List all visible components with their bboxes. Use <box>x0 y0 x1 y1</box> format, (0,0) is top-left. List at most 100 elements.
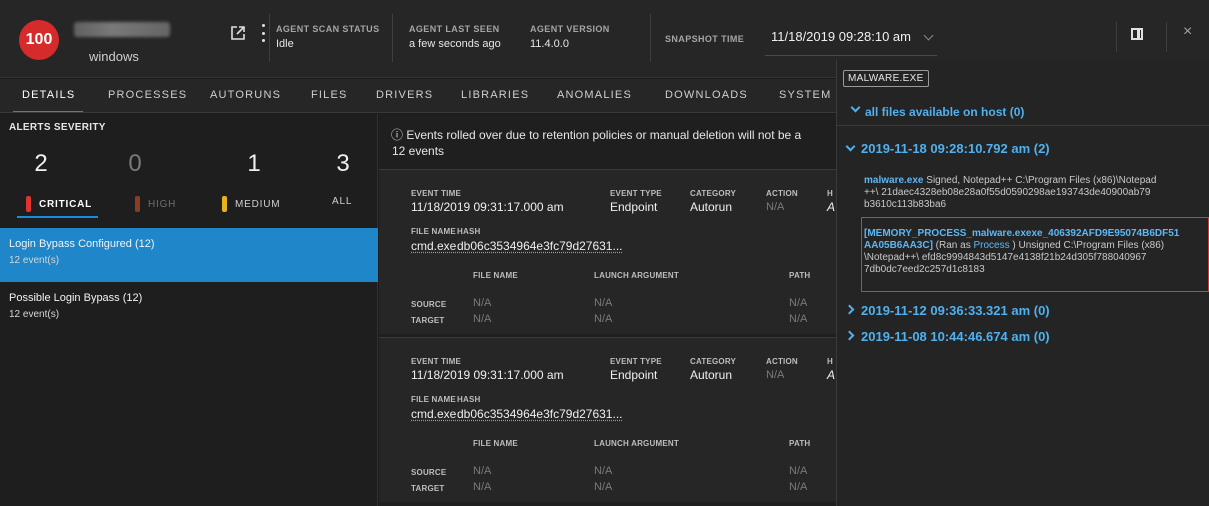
tab-anomalies[interactable]: ANOMALIES <box>557 89 632 101</box>
snapshot-group-date[interactable]: 2019-11-08 10:44:46.674 am (0) <box>861 329 1050 344</box>
high-count[interactable]: 0 <box>105 150 165 178</box>
tab-details[interactable]: DETAILS <box>22 89 75 101</box>
alert-event-count: 12 event(s) <box>9 255 60 266</box>
hash-label: HASH <box>457 395 481 404</box>
chevron-down-icon <box>923 30 934 41</box>
header-divider <box>392 14 393 62</box>
medium-count[interactable]: 1 <box>224 150 284 178</box>
event-card[interactable]: EVENT TIME 11/18/2019 09:31:17.000 am EV… <box>379 169 836 334</box>
source-file-name: N/A <box>473 465 492 477</box>
severity-filter-all[interactable]: ALL <box>332 196 352 207</box>
tab-libraries[interactable]: LIBRARIES <box>461 89 529 101</box>
hash-link[interactable]: db06c3534964e3fc79d27631... <box>457 407 623 421</box>
severity-filter-critical[interactable]: CRITICAL <box>26 196 92 212</box>
target-file-name: N/A <box>473 313 492 325</box>
severity-filter-high[interactable]: HIGH <box>135 196 176 212</box>
file-entry-name[interactable]: [MEMORY_PROCESS_malware.exexe_406392AFD9… <box>864 228 1179 239</box>
category-value: Autorun <box>690 368 733 382</box>
action-label: ACTION <box>766 189 798 198</box>
source-label: SOURCE <box>411 300 447 309</box>
rollover-notice: ⓘ Events rolled over due to retention po… <box>391 128 802 142</box>
events-panel: ⓘ Events rolled over due to retention po… <box>379 114 836 506</box>
file-entry-name[interactable]: malware.exe <box>864 175 924 186</box>
event-time-label: EVENT TIME <box>411 189 462 198</box>
event-type-label: EVENT TYPE <box>610 357 662 366</box>
category-value: Autorun <box>690 200 733 214</box>
tab-downloads[interactable]: DOWNLOADS <box>665 89 748 101</box>
header-divider <box>650 14 651 62</box>
risk-score-badge: 100 <box>19 20 59 60</box>
snapshot-time-value: 11/18/2019 09:28:10 am <box>771 29 911 44</box>
host-name-redacted <box>74 22 170 37</box>
host-os-label: windows <box>89 49 139 64</box>
all-count[interactable]: 3 <box>313 150 373 178</box>
hash-label: HASH <box>457 227 481 236</box>
events-count: 12 events <box>392 144 445 158</box>
file-name-column-header: FILE NAME <box>473 439 518 448</box>
source-file-name: N/A <box>473 297 492 309</box>
target-label: TARGET <box>411 316 445 325</box>
alert-list-item[interactable]: Possible Login Bypass (12) 12 event(s) <box>0 282 378 336</box>
toggle-panel-icon[interactable] <box>1131 28 1143 40</box>
source-path: N/A <box>789 465 808 477</box>
medium-indicator <box>222 196 227 212</box>
chevron-down-icon[interactable] <box>845 141 856 152</box>
truncated-column-label: H <box>827 189 833 198</box>
all-files-row[interactable]: all files available on host (0) <box>837 92 1209 126</box>
alert-title: Possible Login Bypass (12) <box>9 292 143 304</box>
snapshot-group-date[interactable]: 2019-11-18 09:28:10.792 am (2) <box>861 141 1050 156</box>
active-severity-indicator <box>17 216 98 218</box>
critical-indicator <box>26 196 31 212</box>
alerts-severity-title: ALERTS SEVERITY <box>9 122 106 133</box>
truncated-column-label: H <box>827 357 833 366</box>
truncated-column-value: A <box>827 200 836 214</box>
critical-count[interactable]: 2 <box>11 150 71 178</box>
agent-version: AGENT VERSION 11.4.0.0 <box>530 24 610 50</box>
more-options-icon[interactable] <box>260 24 266 42</box>
tab-autoruns[interactable]: AUTORUNS <box>210 89 281 101</box>
target-launch-argument: N/A <box>594 313 613 325</box>
header-divider <box>1116 22 1117 52</box>
file-entry[interactable]: [MEMORY_PROCESS_malware.exexe_406392AFD9… <box>864 228 1206 276</box>
alert-title: Login Bypass Configured (12) <box>9 238 155 250</box>
source-path: N/A <box>789 297 808 309</box>
snapshot-time-label: SNAPSHOT TIME <box>665 34 745 44</box>
severity-filter-medium[interactable]: MEDIUM <box>222 196 280 212</box>
path-column-header: PATH <box>789 271 811 280</box>
source-launch-argument: N/A <box>594 297 613 309</box>
target-label: TARGET <box>411 484 445 493</box>
event-card[interactable]: EVENT TIME 11/18/2019 09:31:17.000 am EV… <box>379 337 836 502</box>
action-value: N/A <box>766 369 785 381</box>
chevron-right-icon[interactable] <box>844 304 855 315</box>
close-icon[interactable]: × <box>1183 24 1192 40</box>
snapshot-group-date[interactable]: 2019-11-12 09:36:33.321 am (0) <box>861 303 1050 318</box>
target-path: N/A <box>789 481 808 493</box>
open-external-icon[interactable] <box>230 25 246 41</box>
chevron-right-icon[interactable] <box>844 330 855 341</box>
truncated-column-value: A <box>827 368 836 382</box>
tab-processes[interactable]: PROCESSES <box>108 89 187 101</box>
details-tabs: DETAILS PROCESSES AUTORUNS FILES DRIVERS… <box>0 79 836 113</box>
tab-drivers[interactable]: DRIVERS <box>376 89 433 101</box>
file-name-link[interactable]: cmd.exe <box>411 407 456 421</box>
ran-as-process-link[interactable]: Process <box>973 240 1009 251</box>
event-time-value: 11/18/2019 09:31:17.000 am <box>411 200 564 214</box>
tab-system[interactable]: SYSTEM <box>779 89 831 101</box>
agent-last-seen: AGENT LAST SEEN a few seconds ago <box>409 24 501 50</box>
snapshot-time-select[interactable]: 11/18/2019 09:28:10 am <box>765 24 937 56</box>
target-path: N/A <box>789 313 808 325</box>
alerts-severity-panel: ALERTS SEVERITY 2 0 1 3 CRITICAL HIGH ME… <box>0 114 378 506</box>
file-entry[interactable]: malware.exe Signed, Notepad++ C:\Program… <box>864 175 1206 211</box>
action-value: N/A <box>766 201 785 213</box>
chevron-down-icon <box>850 102 861 113</box>
event-type-value: Endpoint <box>610 200 658 214</box>
alert-list-item[interactable]: Login Bypass Configured (12) 12 event(s) <box>0 228 378 282</box>
category-label: CATEGORY <box>690 357 737 366</box>
header-divider <box>1166 22 1167 52</box>
alert-event-count: 12 event(s) <box>9 309 60 320</box>
hash-link[interactable]: db06c3534964e3fc79d27631... <box>457 239 623 253</box>
file-name-label: FILE NAME <box>411 227 456 236</box>
tab-files[interactable]: FILES <box>311 89 348 101</box>
file-name-link[interactable]: cmd.exe <box>411 239 456 253</box>
all-files-label: all files available on host (0) <box>865 105 1025 119</box>
